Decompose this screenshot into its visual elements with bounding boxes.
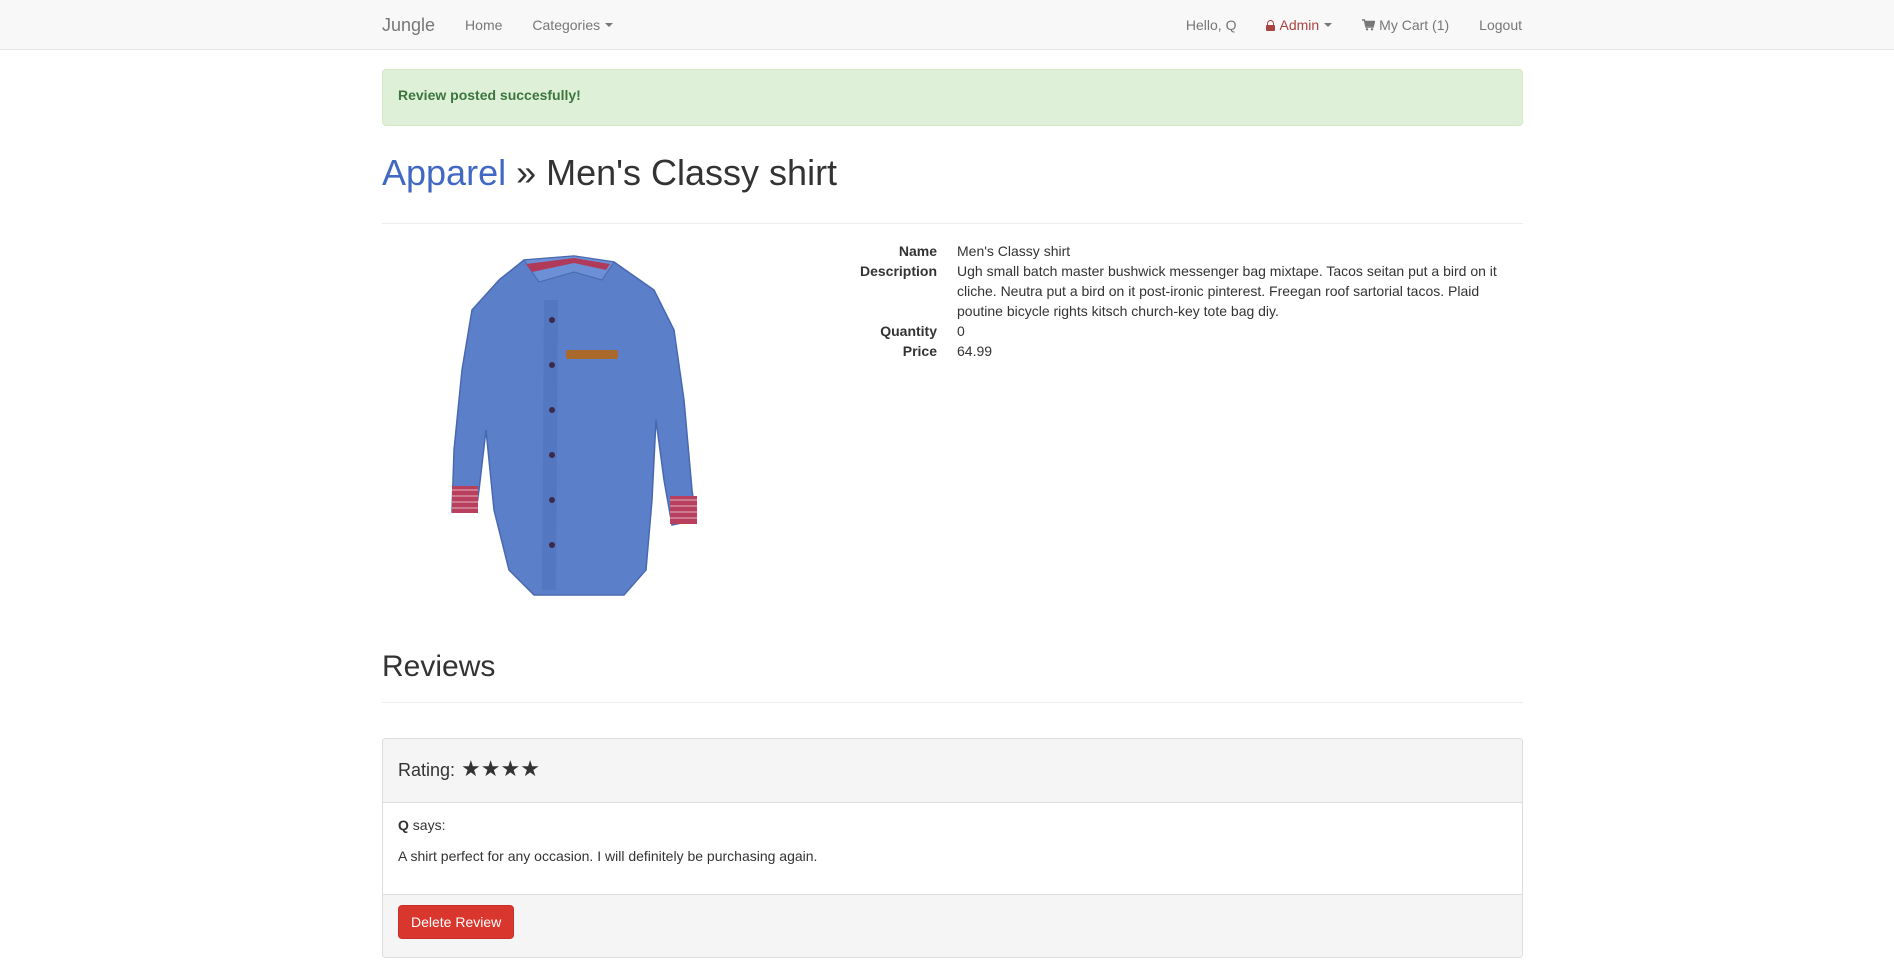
- rating-label: Rating:: [398, 760, 456, 780]
- detail-row-quantity: Quantity 0: [817, 321, 1523, 341]
- detail-row-description: Description Ugh small batch master bushw…: [817, 261, 1523, 321]
- product-details-list: Name Men's Classy shirt Description Ugh …: [817, 241, 1523, 361]
- product-image: [451, 255, 697, 596]
- top-navbar: Jungle Home Categories Hello, Q Admin My…: [0, 0, 1894, 50]
- success-alert: Review posted succesfully!: [382, 69, 1523, 126]
- quantity-value: 0: [957, 323, 965, 339]
- shopping-cart-icon: [1362, 19, 1376, 31]
- price-value: 64.99: [957, 343, 993, 359]
- review-text: A shirt perfect for any occasion. I will…: [398, 848, 818, 864]
- review-panel-body: Q says: A shirt perfect for any occasion…: [383, 803, 1522, 894]
- nav-admin-label: Admin: [1279, 17, 1320, 33]
- product-detail: Name Men's Classy shirt Description Ugh …: [382, 224, 1523, 650]
- nav-categories-label: Categories: [532, 17, 601, 33]
- lock-icon: [1266, 19, 1276, 31]
- nav-cart-label: My Cart (1): [1379, 17, 1450, 33]
- review-panel: Rating: ★★★★ Q says: A shirt perfect for…: [382, 738, 1523, 958]
- caret-down-icon: [1324, 23, 1333, 27]
- delete-review-button[interactable]: Delete Review: [398, 905, 515, 939]
- product-title: Men's Classy shirt: [546, 152, 838, 193]
- name-value: Men's Classy shirt: [957, 243, 1071, 259]
- brand-link[interactable]: Jungle: [382, 15, 435, 36]
- star-rating-icon: ★★★★: [461, 755, 540, 781]
- page-title: Apparel » Men's Classy shirt: [382, 153, 1523, 224]
- nav-logout-link[interactable]: Logout: [1479, 17, 1522, 33]
- detail-row-price: Price 64.99: [817, 341, 1523, 361]
- reviews-heading: Reviews: [382, 650, 1523, 703]
- review-says: says:: [408, 817, 446, 833]
- review-panel-footer: Delete Review: [383, 894, 1522, 957]
- category-breadcrumb-link[interactable]: Apparel: [382, 152, 506, 193]
- nav-home-link[interactable]: Home: [465, 17, 502, 33]
- caret-down-icon: [605, 23, 614, 27]
- review-author: Q: [398, 817, 409, 833]
- nav-admin-dropdown[interactable]: Admin: [1266, 17, 1333, 33]
- quantity-label: Quantity: [880, 323, 937, 339]
- breadcrumb-separator: »: [506, 152, 547, 193]
- detail-row-name: Name Men's Classy shirt: [817, 241, 1523, 261]
- description-label: Description: [859, 263, 937, 279]
- nav-greeting: Hello, Q: [1185, 17, 1237, 33]
- description-value: Ugh small batch master bushwick messenge…: [957, 263, 1497, 319]
- price-label: Price: [902, 343, 937, 359]
- review-author-line: Q says:: [398, 817, 1507, 833]
- nav-categories-dropdown[interactable]: Categories: [532, 17, 614, 33]
- nav-cart-link[interactable]: My Cart (1): [1362, 17, 1449, 33]
- name-label: Name: [898, 243, 937, 259]
- main-container: Review posted succesfully! Apparel » Men…: [382, 69, 1523, 958]
- review-panel-heading: Rating: ★★★★: [383, 739, 1522, 803]
